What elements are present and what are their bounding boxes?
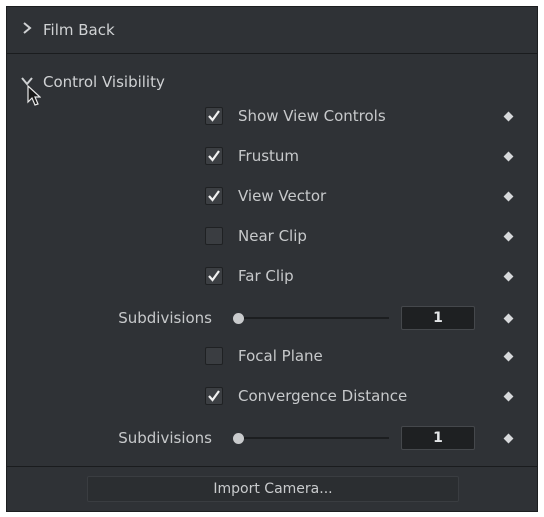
checkbox-label: View Vector <box>238 187 327 205</box>
row-view-vector: View Vector <box>7 182 537 210</box>
row-show-view-controls: Show View Controls <box>7 102 537 130</box>
keyframe-diamond-icon[interactable] <box>503 191 514 201</box>
checkbox-convergence-distance[interactable] <box>205 387 223 405</box>
keyframe-diamond-icon[interactable] <box>503 313 514 323</box>
inspector-panel: Film Back Control Visibility Show View C… <box>6 6 538 512</box>
checkbox-label: Far Clip <box>238 267 294 285</box>
divider <box>7 53 537 54</box>
row-far-clip: Far Clip <box>7 262 537 290</box>
row-convergence-distance: Convergence Distance <box>7 382 537 410</box>
checkbox-view-vector[interactable] <box>205 187 223 205</box>
subdivisions-slider-track[interactable] <box>243 317 389 319</box>
check-icon <box>208 390 220 402</box>
keyframe-diamond-icon[interactable] <box>503 111 514 121</box>
checkbox-label: Convergence Distance <box>238 387 408 405</box>
subdivisions-slider-handle[interactable] <box>233 312 244 324</box>
checkbox-show-view-controls[interactable] <box>205 107 223 125</box>
check-icon <box>208 270 220 282</box>
check-icon <box>208 110 220 122</box>
row-frustum: Frustum <box>7 142 537 170</box>
checkbox-far-clip[interactable] <box>205 267 223 285</box>
checkbox-label: Frustum <box>238 147 300 165</box>
keyframe-diamond-icon[interactable] <box>503 151 514 161</box>
section-film-back[interactable]: Film Back <box>7 7 537 53</box>
keyframe-diamond-icon[interactable] <box>503 433 514 443</box>
section-control-visibility[interactable]: Control Visibility <box>7 59 537 105</box>
checkbox-near-clip[interactable] <box>205 227 223 245</box>
checkbox-label: Focal Plane <box>238 347 323 365</box>
keyframe-diamond-icon[interactable] <box>503 271 514 281</box>
checkbox-focal-plane[interactable] <box>205 347 223 365</box>
check-icon <box>208 190 220 202</box>
subdivisions-slider-track[interactable] <box>243 437 389 439</box>
subdivisions-slider-handle[interactable] <box>233 432 244 444</box>
subdivisions-value-field[interactable]: 1 <box>401 426 475 450</box>
chevron-right-icon <box>17 22 37 38</box>
subdivisions-value-field[interactable]: 1 <box>401 306 475 330</box>
row-focal-plane: Focal Plane <box>7 342 537 370</box>
keyframe-diamond-icon[interactable] <box>503 351 514 361</box>
section-control-visibility-label: Control Visibility <box>43 73 165 91</box>
import-camera-button[interactable]: Import Camera... <box>87 476 459 502</box>
row-subdivisions-convergence: Subdivisions 1 <box>7 424 537 452</box>
keyframe-diamond-icon[interactable] <box>503 231 514 241</box>
row-near-clip: Near Clip <box>7 222 537 250</box>
subdivisions-label: Subdivisions <box>118 309 212 327</box>
check-icon <box>208 150 220 162</box>
checkbox-label: Near Clip <box>238 227 307 245</box>
keyframe-diamond-icon[interactable] <box>503 391 514 401</box>
divider <box>7 466 537 467</box>
checkbox-frustum[interactable] <box>205 147 223 165</box>
checkbox-label: Show View Controls <box>238 107 386 125</box>
section-film-back-label: Film Back <box>43 21 115 39</box>
subdivisions-label: Subdivisions <box>118 429 212 447</box>
row-subdivisions-far: Subdivisions 1 <box>7 304 537 332</box>
